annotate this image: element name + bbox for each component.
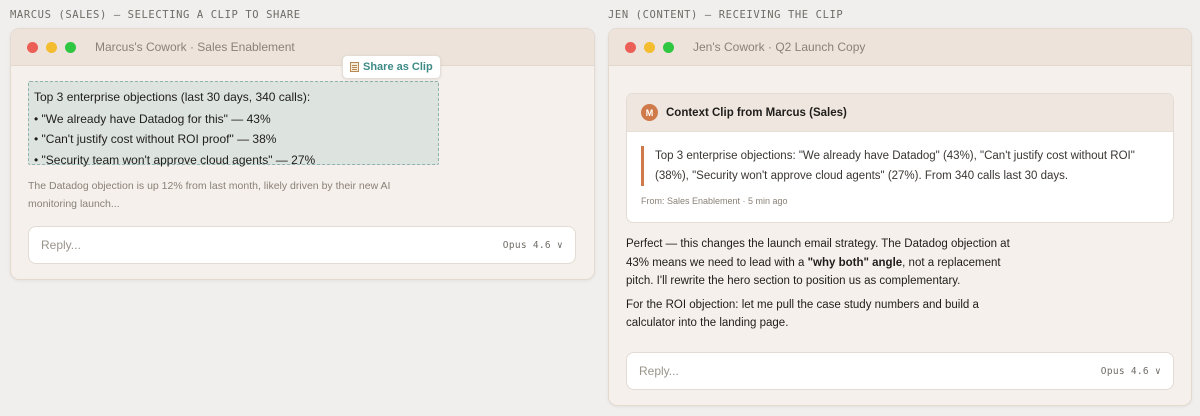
context-clip-card[interactable]: M Context Clip from Marcus (Sales) Top 3… [626, 93, 1174, 223]
reply-input[interactable]: Reply... Opus 4.6 ∨ [28, 226, 576, 264]
jen-titlebar: Jen's Cowork · Q2 Launch Copy [609, 29, 1191, 66]
caption-jen: JEN (CONTENT) — RECEIVING THE CLIP [608, 9, 844, 21]
model-selector[interactable]: Opus 4.6 ∨ [503, 240, 563, 251]
window-title: Jen's Cowork · Q2 Launch Copy [693, 40, 866, 54]
jen-window: Jen's Cowork · Q2 Launch Copy M Context … [608, 28, 1192, 406]
clipboard-icon [350, 62, 359, 72]
clip-quote: Top 3 enterprise objections: "We already… [641, 146, 1165, 186]
share-as-clip-button[interactable]: Share as Clip [342, 55, 441, 79]
assistant-followup-text: The Datadog objection is up 12% from las… [28, 180, 391, 210]
reply-placeholder: Reply... [41, 238, 81, 252]
share-as-clip-label: Share as Clip [363, 61, 433, 73]
selected-text-block[interactable]: Top 3 enterprise objections (last 30 day… [28, 81, 439, 167]
response-emphasis: "why both" angle [807, 256, 903, 269]
selection-item: • "Security team won't approve cloud age… [34, 152, 316, 167]
selection-item: • "Can't justify cost without ROI proof"… [34, 132, 277, 146]
response-paragraph: For the ROI objection: let me pull the c… [626, 298, 979, 330]
maximize-window-button[interactable] [663, 41, 674, 53]
caption-marcus: MARCUS (SALES) — SELECTING A CLIP TO SHA… [10, 9, 301, 21]
maximize-window-button[interactable] [65, 41, 76, 53]
marcus-titlebar: Marcus's Cowork · Sales Enablement [11, 29, 594, 66]
clip-meta: From: Sales Enablement · 5 min ago [641, 196, 788, 206]
selection-item: • "We already have Datadog for this" — 4… [34, 111, 271, 126]
minimize-window-button[interactable] [46, 41, 57, 53]
selection-heading: Top 3 enterprise objections (last 30 day… [34, 90, 311, 104]
close-window-button[interactable] [625, 41, 636, 53]
avatar: M [641, 104, 658, 121]
reply-input[interactable]: Reply... Opus 4.6 ∨ [626, 352, 1174, 390]
minimize-window-button[interactable] [644, 41, 655, 53]
clip-header: M Context Clip from Marcus (Sales) [627, 94, 1173, 132]
clip-title: Context Clip from Marcus (Sales) [666, 106, 847, 119]
reply-placeholder: Reply... [639, 364, 679, 378]
close-window-button[interactable] [27, 41, 38, 53]
marcus-window: Marcus's Cowork · Sales Enablement Top 3… [10, 28, 595, 280]
assistant-response: Perfect — this changes the launch email … [626, 235, 1026, 338]
window-title: Marcus's Cowork · Sales Enablement [95, 40, 295, 54]
response-paragraph: Perfect — this changes the launch email … [626, 235, 1026, 291]
model-selector[interactable]: Opus 4.6 ∨ [1101, 366, 1161, 377]
